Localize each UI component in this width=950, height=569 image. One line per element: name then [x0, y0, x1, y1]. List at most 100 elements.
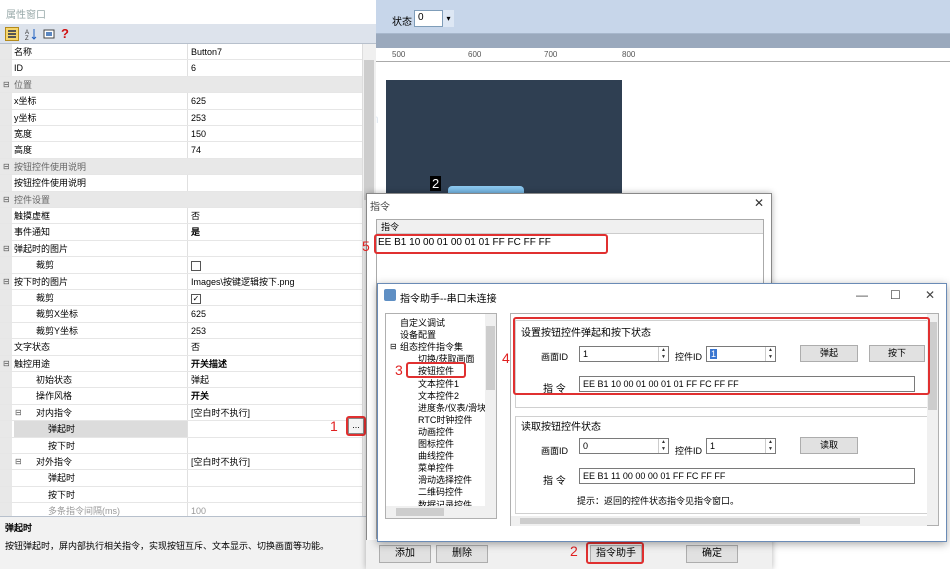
ok-button[interactable]: 确定	[686, 545, 738, 563]
delete-button[interactable]: 删除	[436, 545, 488, 563]
property-row[interactable]: 高度 74	[0, 142, 362, 159]
property-key: 位置	[14, 79, 33, 90]
property-value[interactable]: ✓	[191, 290, 361, 305]
tree-item[interactable]: 文本控件2	[418, 391, 459, 401]
sort-alpha-icon[interactable]: AZ	[24, 27, 38, 42]
property-row[interactable]: 名称 Button7	[0, 44, 362, 61]
chevron-down-icon[interactable]: ▾	[442, 10, 454, 27]
property-value[interactable]: 253	[191, 110, 361, 125]
property-value[interactable]	[191, 241, 361, 256]
property-value[interactable]: 150	[191, 126, 361, 141]
spinner-arrows-icon[interactable]: ▲ ▼	[765, 439, 775, 453]
property-row[interactable]: 事件通知是	[0, 224, 362, 241]
checkbox[interactable]: ✓	[191, 293, 201, 304]
property-row[interactable]: ⊟ 触控用途 开关描述	[0, 355, 362, 372]
tree-item[interactable]: 进度条/仪表/滑块	[418, 403, 486, 413]
property-value[interactable]	[191, 175, 361, 190]
property-row[interactable]: 触摸虚框否	[0, 208, 362, 225]
property-row[interactable]: ID 6	[0, 60, 362, 77]
help-icon[interactable]: ?	[58, 27, 72, 41]
property-row[interactable]: y坐标 253	[0, 109, 362, 126]
property-row[interactable]: 弹起时	[0, 470, 362, 487]
property-row[interactable]: ⊟ 对外指令 [空白时不执行]	[0, 454, 362, 471]
property-value[interactable]: Button7	[191, 44, 361, 59]
collapse-icon[interactable]: ⊟	[390, 342, 397, 352]
tree-item[interactable]: 曲线控件	[418, 451, 454, 461]
property-value[interactable]: [空白时不执行]	[191, 454, 361, 469]
add-button[interactable]: 添加	[379, 545, 431, 563]
tree-item[interactable]: 文本控件1	[418, 379, 459, 389]
property-row[interactable]: 弹起时	[0, 421, 362, 438]
property-row[interactable]: 按下时	[0, 437, 362, 454]
property-category[interactable]: ⊟ 位置	[0, 76, 362, 94]
control-id-input[interactable]: 1 ▲ ▼	[706, 438, 776, 454]
tree-item[interactable]: 二维码控件	[418, 487, 463, 497]
property-row[interactable]: 裁剪Y坐标 253	[0, 322, 362, 340]
property-row[interactable]: ⊟ 对内指令 [空白时不执行]	[0, 404, 362, 422]
property-value[interactable]: 74	[191, 142, 361, 157]
property-row[interactable]: 裁剪 ✓	[0, 290, 362, 307]
property-row[interactable]: 裁剪X坐标 625	[0, 306, 362, 323]
scrollbar-thumb[interactable]	[486, 326, 495, 390]
property-row[interactable]: ⊟ 弹起时的图片	[0, 240, 362, 258]
property-row[interactable]: 初始状态 弹起	[0, 372, 362, 389]
property-value[interactable]: 253	[191, 323, 361, 338]
property-value[interactable]: 否	[191, 339, 361, 354]
property-value[interactable]: 是	[191, 224, 361, 239]
command-field[interactable]: EE B1 11 00 00 00 01 FF FC FF FF	[579, 468, 915, 484]
property-row[interactable]: 按下时	[0, 486, 362, 504]
property-pages-icon[interactable]	[42, 27, 56, 41]
tree-item[interactable]: 自定义调试	[400, 318, 445, 328]
collapse-icon[interactable]: ⊟	[3, 159, 10, 175]
tree-item[interactable]: 动画控件	[418, 427, 454, 437]
screen-preview[interactable]	[386, 80, 622, 200]
maximize-icon[interactable]: ☐	[890, 288, 901, 302]
close-icon[interactable]: ✕	[754, 196, 764, 210]
read-button[interactable]: 读取	[800, 437, 858, 454]
property-row[interactable]: 操作风格 开关	[0, 388, 362, 405]
categorized-icon[interactable]	[5, 27, 19, 41]
tree-item[interactable]: 图标控件	[418, 439, 454, 449]
property-value[interactable]: 625	[191, 93, 361, 108]
property-value[interactable]: 625	[191, 306, 361, 321]
collapse-icon[interactable]: ⊟	[3, 192, 10, 208]
property-value[interactable]	[191, 470, 361, 485]
collapse-icon[interactable]: ⊟	[3, 356, 10, 372]
scrollbar-thumb[interactable]	[364, 60, 374, 200]
property-value[interactable]: 弹起	[191, 372, 361, 387]
property-value[interactable]: Images\按键逻辑按下.png	[191, 274, 361, 289]
property-value[interactable]: 100	[191, 503, 361, 516]
command-tree[interactable]: 自定义调试 设备配置 ⊟ 组态控件指令集 切换/获取画面 按钮控件 文本控件1 文本控件2 进度…	[385, 313, 497, 519]
minimize-icon[interactable]: —	[856, 288, 868, 302]
collapse-icon[interactable]: ⊟	[3, 241, 10, 257]
property-row[interactable]: 宽度 150	[0, 126, 362, 143]
tree-item[interactable]: 设备配置	[400, 330, 436, 340]
property-category[interactable]: ⊟ 控件设置	[0, 191, 362, 208]
scrollbar-thumb[interactable]	[396, 508, 444, 516]
collapse-icon[interactable]: ⊟	[3, 77, 10, 93]
close-icon[interactable]: ✕	[925, 288, 935, 302]
property-row[interactable]: 裁剪	[0, 257, 362, 274]
tree-item[interactable]: RTC时钟控件	[418, 415, 472, 425]
property-value[interactable]: 6	[191, 60, 361, 75]
property-value[interactable]	[191, 487, 361, 502]
checkbox[interactable]	[191, 260, 201, 271]
property-row[interactable]: 文字状态否	[0, 339, 362, 356]
tree-item[interactable]: 菜单控件	[418, 463, 454, 473]
tree-item[interactable]: 滑动选择控件	[418, 475, 472, 485]
property-value[interactable]: 开关	[191, 388, 361, 403]
property-row[interactable]: 按钮控件使用说明	[0, 175, 362, 192]
collapse-icon[interactable]: ⊟	[3, 274, 10, 290]
screen-id-input[interactable]: 0 ▲ ▼	[579, 438, 669, 454]
tree-item[interactable]: ⊟ 组态控件指令集	[390, 342, 463, 352]
property-row[interactable]: 多条指令间隔(ms) 100	[0, 503, 362, 516]
property-category[interactable]: ⊟ 按钮控件使用说明	[0, 158, 362, 176]
property-value[interactable]	[191, 438, 361, 453]
scrollbar-thumb[interactable]	[520, 518, 860, 524]
spinner-arrows-icon[interactable]: ▲ ▼	[658, 439, 668, 453]
property-row[interactable]: x坐标 625	[0, 93, 362, 110]
property-value[interactable]: 开关描述	[191, 356, 361, 371]
property-row[interactable]: ⊟ 按下时的图片 Images\按键逻辑按下.png	[0, 273, 362, 290]
property-value[interactable]	[191, 257, 361, 272]
property-value[interactable]: 否	[191, 208, 361, 223]
